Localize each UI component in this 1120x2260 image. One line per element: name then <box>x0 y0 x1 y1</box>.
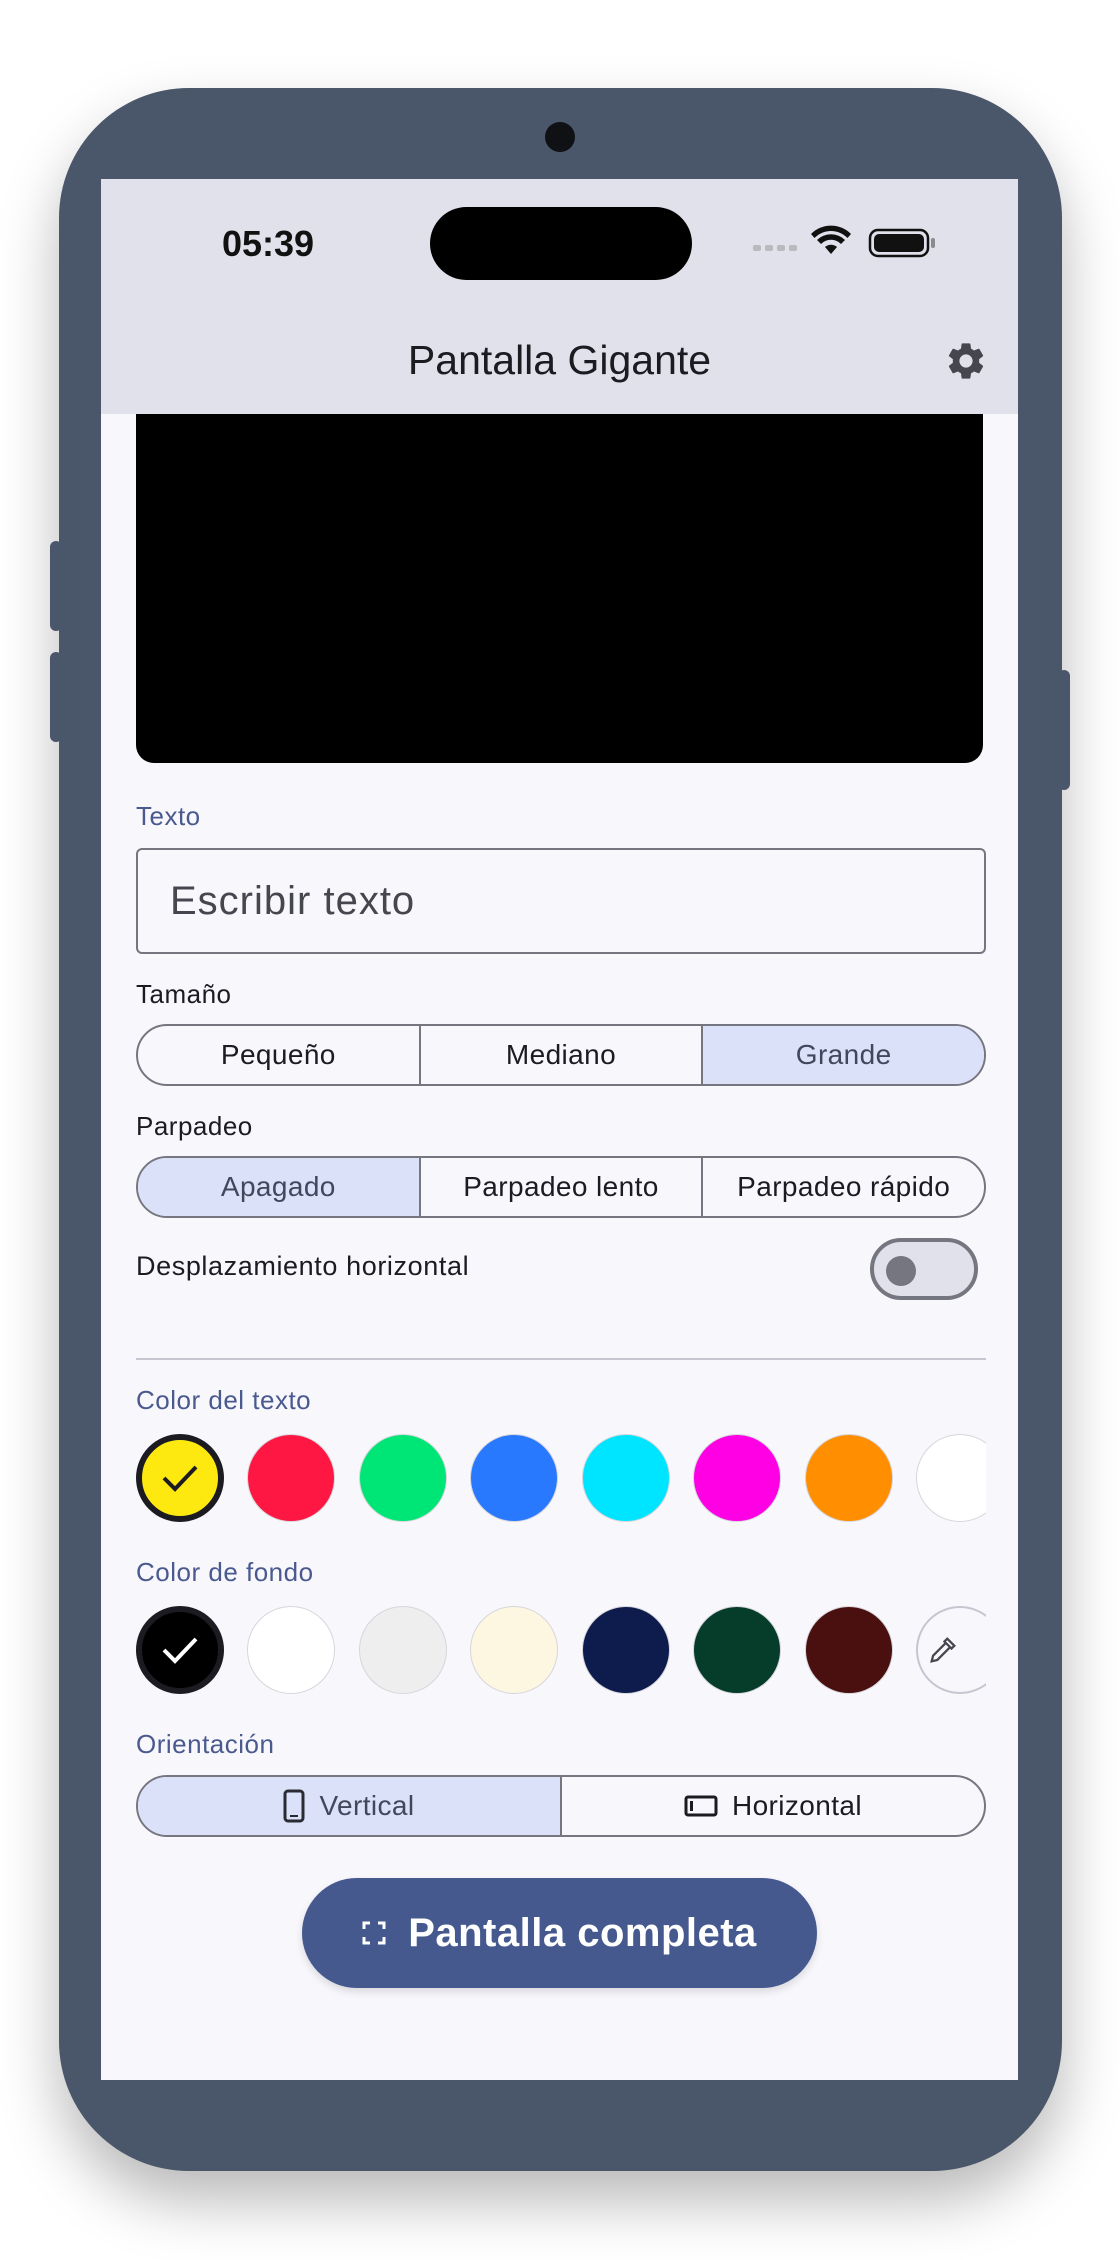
custom-color-picker-button[interactable] <box>916 1606 986 1694</box>
text-color-swatch[interactable] <box>582 1434 670 1522</box>
text-input[interactable] <box>136 848 986 954</box>
dynamic-island <box>430 207 692 280</box>
bg-color-swatch[interactable] <box>136 1606 224 1694</box>
bg-color-swatches <box>136 1606 986 1696</box>
blink-option-fast[interactable]: Parpadeo rápido <box>703 1158 984 1216</box>
phone-landscape-icon <box>684 1795 718 1817</box>
cellular-signal-icon <box>753 245 797 251</box>
wifi-icon <box>811 225 851 254</box>
fullscreen-label: Pantalla completa <box>408 1910 757 1955</box>
blink-option-slow[interactable]: Parpadeo lento <box>421 1158 704 1216</box>
text-color-swatch[interactable] <box>136 1434 224 1522</box>
volume-down-button <box>50 652 62 742</box>
gear-icon[interactable] <box>944 339 988 383</box>
bg-color-swatch[interactable] <box>693 1606 781 1694</box>
text-preview <box>136 414 983 763</box>
app-bar: 05:39 Pantalla Gigante <box>101 179 1018 414</box>
orientation-option-horizontal[interactable]: Horizontal <box>562 1777 984 1835</box>
fullscreen-button[interactable]: Pantalla completa <box>302 1878 817 1988</box>
size-option-small[interactable]: Pequeño <box>138 1026 421 1084</box>
text-color-swatch[interactable] <box>805 1434 893 1522</box>
front-camera <box>545 122 575 152</box>
text-section-label: Texto <box>136 801 201 831</box>
fullscreen-icon <box>362 1921 386 1945</box>
text-color-label: Color del texto <box>136 1385 312 1415</box>
blink-option-off[interactable]: Apagado <box>138 1158 421 1216</box>
battery-icon <box>868 228 935 258</box>
size-option-medium[interactable]: Mediano <box>421 1026 704 1084</box>
text-color-swatch[interactable] <box>916 1434 986 1522</box>
size-option-large[interactable]: Grande <box>703 1026 984 1084</box>
text-color-swatch[interactable] <box>470 1434 558 1522</box>
size-segmented-control: Pequeño Mediano Grande <box>136 1024 986 1086</box>
volume-up-button <box>50 541 62 631</box>
scroll-toggle-label: Desplazamiento horizontal <box>136 1251 470 1281</box>
orientation-segmented-control: Vertical Horizontal <box>136 1775 986 1837</box>
toggle-knob <box>886 1256 916 1286</box>
app-screen: 05:39 Pantalla Gigante Texto Escribir te… <box>101 179 1018 2080</box>
phone-portrait-icon <box>283 1789 305 1823</box>
text-color-swatch[interactable] <box>693 1434 781 1522</box>
bg-color-label: Color de fondo <box>136 1557 314 1587</box>
blink-segmented-control: Apagado Parpadeo lento Parpadeo rápido <box>136 1156 986 1218</box>
check-icon <box>162 1637 198 1664</box>
text-color-swatches <box>136 1434 986 1524</box>
app-title: Pantalla Gigante <box>407 337 712 383</box>
orientation-label: Orientación <box>136 1729 275 1759</box>
bg-color-swatch[interactable] <box>805 1606 893 1694</box>
orientation-vertical-label: Vertical <box>319 1790 415 1821</box>
bg-color-swatch[interactable] <box>470 1606 558 1694</box>
bg-color-swatch[interactable] <box>359 1606 447 1694</box>
bg-color-swatch[interactable] <box>582 1606 670 1694</box>
bg-color-swatch[interactable] <box>247 1606 335 1694</box>
text-color-swatch[interactable] <box>247 1434 335 1522</box>
check-icon <box>162 1465 198 1492</box>
divider <box>136 1358 986 1360</box>
blink-label: Parpadeo <box>136 1111 253 1141</box>
power-button <box>1058 670 1070 790</box>
scroll-toggle[interactable] <box>870 1238 978 1300</box>
orientation-option-vertical[interactable]: Vertical <box>138 1777 562 1835</box>
status-icons <box>753 225 935 258</box>
eyedropper-icon <box>930 1637 957 1663</box>
orientation-horizontal-label: Horizontal <box>731 1790 863 1821</box>
size-label: Tamaño <box>136 979 232 1009</box>
text-color-swatch[interactable] <box>359 1434 447 1522</box>
status-time: 05:39 <box>222 223 315 264</box>
